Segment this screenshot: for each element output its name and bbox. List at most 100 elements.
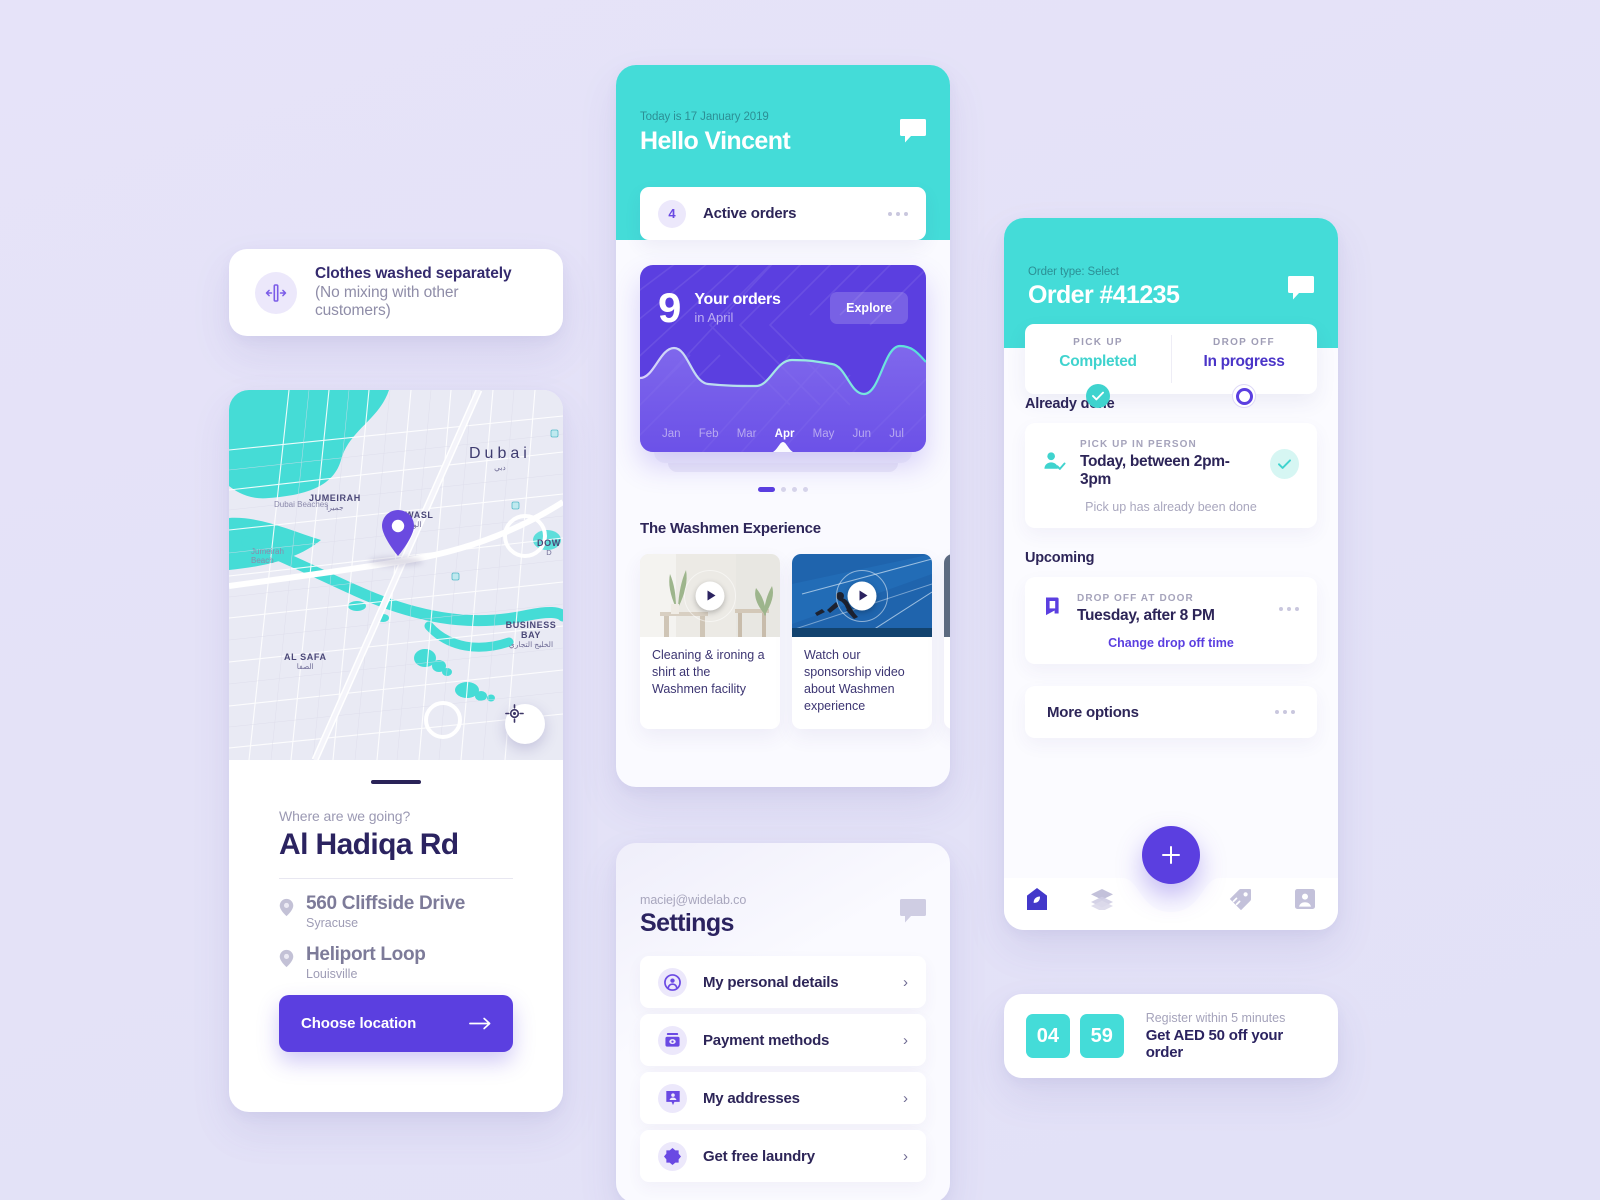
map-canvas[interactable]: Dubaiدبي JUMEIRAHجميرا AL WASLالوصل AL S…: [229, 390, 563, 760]
page-dot[interactable]: [781, 487, 786, 492]
banner-subtitle: (No mixing with other customers): [315, 284, 459, 319]
settings-item-payment-methods[interactable]: Payment methods ›: [640, 1014, 926, 1066]
chat-bubble-icon[interactable]: [900, 899, 926, 928]
map-label-downtown: DOW D: [537, 538, 561, 557]
video-card[interactable]: Cleaning & ironing a shirt at the Washme…: [640, 554, 780, 729]
section-title-already-done: Already done: [1025, 396, 1115, 412]
settings-item-personal-details[interactable]: My personal details ›: [640, 956, 926, 1008]
ellipsis-icon[interactable]: [1279, 607, 1299, 611]
choose-location-button[interactable]: Choose location: [279, 995, 513, 1052]
settings-item-label: My addresses: [703, 1089, 800, 1107]
promo-title: Get AED 50 off your order: [1145, 1027, 1284, 1061]
video-carousel[interactable]: Cleaning & ironing a shirt at the Washme…: [640, 554, 950, 729]
chart-tick: May: [812, 428, 835, 440]
add-order-fab[interactable]: [1142, 826, 1200, 884]
tag-icon: [1229, 889, 1251, 910]
order-body: Already done PICK UP IN PERSON Today, be…: [1004, 348, 1338, 738]
map-pin-icon: [279, 949, 294, 968]
video-card[interactable]: Watch our sponsorship video about Washme…: [792, 554, 932, 729]
map-label-business-bay: BUSINESS BAY الخليج التجاري: [505, 620, 557, 649]
change-dropoff-link[interactable]: Change drop off time: [1043, 636, 1299, 650]
more-options-row[interactable]: More options: [1025, 686, 1317, 738]
location-sheet: Where are we going? Al Hadiqa Rd 560 Cli…: [229, 760, 563, 1078]
task-note: Pick up has already been done: [1085, 500, 1257, 514]
page-dot[interactable]: [803, 487, 808, 492]
step-key: PICK UP: [1073, 337, 1123, 348]
pin-shadow: [369, 557, 423, 566]
map-label-dubai-beaches: Dubai Beaches: [274, 500, 329, 509]
contact-icon: [1295, 889, 1316, 909]
step-dropoff[interactable]: DROP OFF In progress: [1171, 324, 1317, 408]
ellipsis-icon[interactable]: [888, 211, 908, 216]
thumbnail-third: [944, 554, 950, 637]
explore-button[interactable]: Explore: [830, 292, 908, 324]
video-card-partial[interactable]: [944, 554, 950, 729]
task-key: PICK UP IN PERSON: [1080, 439, 1197, 450]
video-thumbnail: [792, 554, 932, 637]
order-phone-screen: Order type: Select Order #41235 PICK UP …: [1004, 218, 1338, 930]
tab-layers[interactable]: [1069, 888, 1134, 910]
carousel-pagination[interactable]: [616, 487, 950, 492]
chat-bubble-icon[interactable]: [900, 119, 926, 148]
wash-separately-icon: [255, 271, 297, 314]
greeting: Hello Vincent: [640, 127, 791, 155]
chevron-right-icon: ›: [903, 1031, 908, 1049]
play-icon[interactable]: [847, 581, 877, 610]
card-icon: [658, 1025, 687, 1055]
order-title: Order #41235: [1028, 281, 1180, 309]
order-steps: PICK UP Completed DROP OFF In progress: [1025, 324, 1317, 408]
tab-profile[interactable]: [1273, 888, 1338, 910]
orders-card-subtitle: in April: [694, 310, 734, 325]
tab-home[interactable]: [1004, 887, 1069, 911]
ellipsis-icon[interactable]: [1275, 710, 1295, 714]
crosshair-icon: [505, 704, 524, 723]
sheet-grabber[interactable]: [371, 780, 421, 784]
video-caption: Cleaning & ironing a shirt at the Washme…: [652, 648, 765, 696]
chart-tick-active: Apr: [774, 428, 795, 440]
chevron-right-icon: ›: [903, 1147, 908, 1165]
active-orders-row[interactable]: 4 Active orders: [640, 187, 926, 240]
check-icon: [1086, 384, 1110, 408]
settings-item-addresses[interactable]: My addresses ›: [640, 1072, 926, 1124]
page-dot[interactable]: [792, 487, 797, 492]
step-value: Completed: [1059, 353, 1137, 370]
step-pickup[interactable]: PICK UP Completed: [1025, 324, 1171, 408]
video-caption: [944, 637, 950, 661]
door-icon: [1043, 596, 1063, 623]
address-icon: [658, 1083, 687, 1113]
address-city: Louisville: [306, 967, 358, 981]
task-card-pickup[interactable]: PICK UP IN PERSON Today, between 2pm-3pm…: [1025, 423, 1317, 528]
play-icon[interactable]: [695, 581, 725, 610]
experience-section-title: The Washmen Experience: [640, 520, 821, 537]
home-phone-screen: Today is 17 January 2019 Hello Vincent 4…: [616, 65, 950, 787]
orders-count: 9: [658, 284, 681, 331]
active-orders-count: 4: [658, 199, 686, 228]
tab-offers[interactable]: [1207, 888, 1272, 910]
task-card-dropoff[interactable]: DROP OFF AT DOOR Tuesday, after 8 PM Cha…: [1025, 577, 1317, 664]
countdown-minutes: 04: [1026, 1014, 1070, 1058]
task-key: DROP OFF AT DOOR: [1077, 593, 1194, 604]
step-key: DROP OFF: [1213, 337, 1275, 348]
address-row[interactable]: 560 Cliffside Drive Syracuse: [279, 893, 513, 930]
address-row[interactable]: Heliport Loop Louisville: [279, 944, 513, 981]
video-thumbnail: [944, 554, 950, 637]
page-dot-active[interactable]: [758, 487, 775, 492]
choose-location-label: Choose location: [301, 1015, 417, 1032]
chevron-right-icon: ›: [903, 973, 908, 991]
sheet-question: Where are we going?: [279, 808, 411, 824]
orders-summary-card[interactable]: 9 Your orders in April Explore Jan Feb M…: [640, 265, 926, 452]
map-phone-screen: Dubaiدبي JUMEIRAHجميرا AL WASLالوصل AL S…: [229, 390, 563, 1112]
promo-countdown-card[interactable]: 04 59 Register within 5 minutes Get AED …: [1004, 994, 1338, 1078]
chart-month-axis: Jan Feb Mar Apr May Jun Jul: [640, 428, 926, 440]
chevron-right-icon: ›: [903, 1089, 908, 1107]
locate-me-button[interactable]: [505, 704, 545, 744]
map-pin-icon: [279, 898, 294, 917]
arrow-right-icon: [469, 1017, 491, 1030]
divider: [279, 878, 513, 879]
countdown-seconds: 59: [1079, 1014, 1124, 1058]
settings-item-free-laundry[interactable]: Get free laundry ›: [640, 1130, 926, 1182]
chat-bubble-icon[interactable]: [1288, 276, 1314, 305]
task-value: Tuesday, after 8 PM: [1077, 607, 1215, 624]
address-city: Syracuse: [306, 916, 359, 930]
settings-item-label: Payment methods: [703, 1031, 830, 1049]
